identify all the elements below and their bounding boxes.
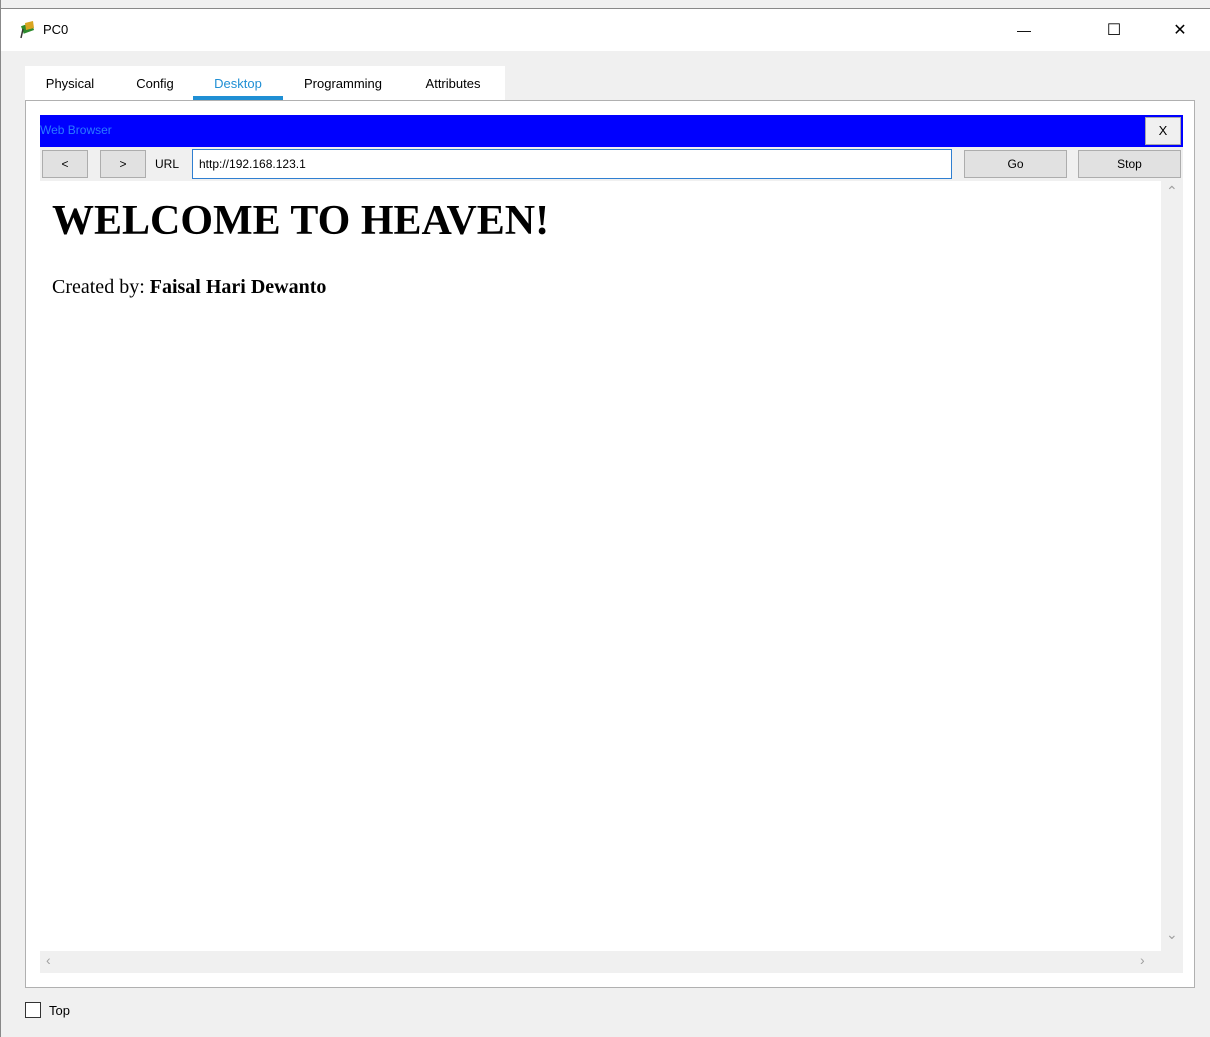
web-browser-title: Web Browser: [40, 123, 112, 137]
maximize-icon: ☐: [1106, 22, 1122, 39]
tab-strip: Physical Config Desktop Programming Attr…: [25, 66, 505, 100]
app-window: PC0 — ☐ ✕ Physical Config Desktop Progra…: [0, 0, 1210, 1037]
close-icon: ✕: [1173, 22, 1187, 39]
url-input[interactable]: [192, 149, 952, 179]
title-bar: PC0 — ☐ ✕: [1, 8, 1210, 51]
top-checkbox-row[interactable]: Top: [25, 1002, 70, 1018]
pc-app-icon: [20, 21, 35, 39]
web-browser-header: Web Browser X: [40, 115, 1183, 147]
horizontal-scrollbar[interactable]: ‹ ›: [40, 951, 1183, 973]
tab-physical[interactable]: Physical: [35, 66, 105, 100]
web-browser-close-button[interactable]: X: [1145, 117, 1181, 145]
top-checkbox[interactable]: [25, 1002, 41, 1018]
tab-programming[interactable]: Programming: [293, 66, 393, 100]
tab-attributes[interactable]: Attributes: [413, 66, 493, 100]
created-by-line: Created by: Faisal Hari Dewanto: [52, 276, 326, 299]
browser-nav-bar: < > URL Go Stop: [40, 147, 1183, 181]
window-title: PC0: [43, 22, 69, 37]
scroll-right-icon[interactable]: ›: [1140, 952, 1145, 968]
scroll-down-icon[interactable]: ⌄: [1166, 926, 1178, 943]
minimize-icon: —: [1017, 22, 1031, 38]
back-button[interactable]: <: [42, 150, 88, 178]
go-button[interactable]: Go: [964, 150, 1067, 178]
tab-desktop[interactable]: Desktop: [193, 66, 283, 100]
vertical-scrollbar[interactable]: ⌃ ⌄: [1161, 181, 1183, 951]
desktop-panel: Web Browser X < > URL Go Stop WELCOME TO…: [25, 100, 1195, 988]
scroll-up-icon[interactable]: ⌃: [1166, 183, 1178, 200]
maximize-button[interactable]: ☐: [1091, 9, 1137, 51]
created-by-prefix: Created by:: [52, 276, 150, 298]
top-label: Top: [49, 1002, 70, 1018]
browser-content: WELCOME TO HEAVEN! Created by: Faisal Ha…: [40, 181, 1161, 951]
scroll-left-icon[interactable]: ‹: [46, 952, 51, 968]
close-window-button[interactable]: ✕: [1157, 9, 1203, 51]
minimize-button[interactable]: —: [1001, 9, 1047, 51]
author-name: Faisal Hari Dewanto: [149, 276, 327, 298]
url-label: URL: [155, 157, 180, 171]
page-heading: WELCOME TO HEAVEN!: [52, 198, 550, 244]
stop-button[interactable]: Stop: [1078, 150, 1181, 178]
forward-button[interactable]: >: [100, 150, 146, 178]
tab-config[interactable]: Config: [125, 66, 185, 100]
